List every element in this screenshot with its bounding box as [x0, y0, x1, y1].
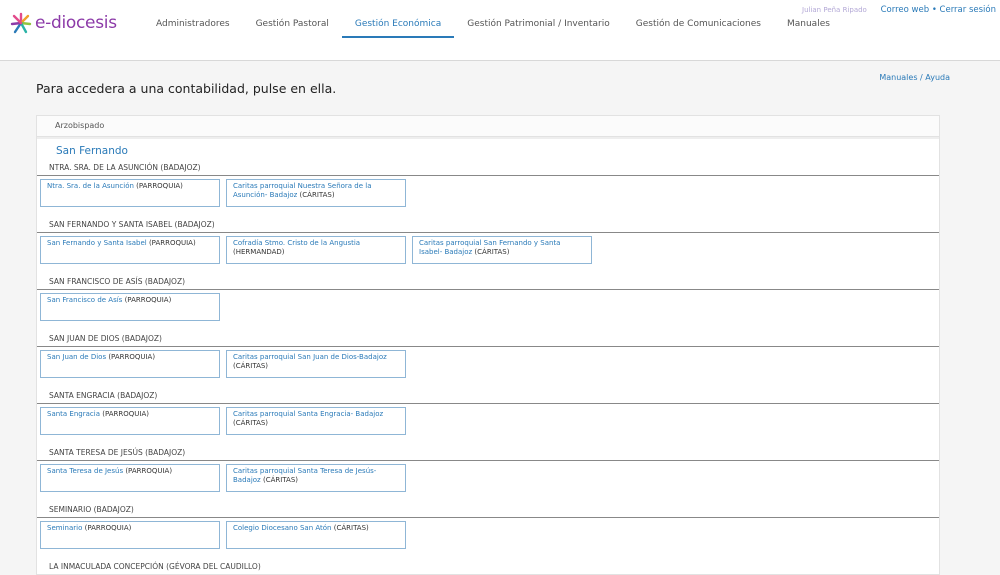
entity-cards: Seminario (PARROQUIA) Colegio Diocesano S…	[40, 521, 412, 549]
entity-row: Seminario (PARROQUIA) Colegio Diocesano S…	[37, 517, 939, 559]
accounting-card[interactable]: Caritas parroquial Nuestra Señora de la …	[226, 179, 406, 207]
accounting-card[interactable]: Caritas parroquial San Juan de Dios-Bada…	[226, 350, 406, 378]
entity-type: (PARROQUIA)	[148, 239, 196, 247]
logout-link[interactable]: Cerrar sesión	[940, 5, 996, 15]
entity-type: (CÁRITAS)	[333, 524, 369, 532]
accounting-card[interactable]: Cofradía Stmo. Cristo de la Angustia (HE…	[226, 236, 406, 264]
archpriesthood-title: San Fernando	[56, 145, 128, 157]
accounting-card[interactable]: Colegio Diocesano San Atón (CÁRITAS)	[226, 521, 406, 549]
accounting-card[interactable]: Santa Engracia (PARROQUIA)	[40, 407, 220, 435]
parish-sections: NTRA. SRA. DE LA ASUNCIÓN (BADAJOZ) Ntra.…	[37, 161, 939, 574]
parish-title: SANTA ENGRACIA (BADAJOZ)	[49, 391, 158, 400]
entity-type: (CÁRITAS)	[299, 191, 335, 199]
entity-type: (PARROQUIA)	[108, 353, 156, 361]
webmail-link[interactable]: Correo web	[881, 5, 930, 15]
entity-name: San Juan de Dios	[47, 353, 107, 361]
accounting-card[interactable]: Santa Teresa de Jesús (PARROQUIA)	[40, 464, 220, 492]
parish-title: NTRA. SRA. DE LA ASUNCIÓN (BADAJOZ)	[49, 163, 201, 172]
entity-type: (HERMANDAD)	[233, 248, 285, 256]
entity-name: Ntra. Sra. de la Asunción	[47, 182, 134, 190]
entity-type: (PARROQUIA)	[125, 467, 173, 475]
entity-name: Seminario	[47, 524, 83, 532]
nav-item[interactable]: Gestión de Comunicaciones	[623, 0, 774, 38]
nav-item[interactable]: Gestión Patrimonial / Inventario	[454, 0, 623, 38]
entity-row: Santa Teresa de Jesús (PARROQUIA) Caritas…	[37, 460, 939, 502]
accounting-card[interactable]: Seminario (PARROQUIA)	[40, 521, 220, 549]
manuals-link[interactable]: Manuales	[879, 73, 917, 82]
parish-title: SAN FRANCISCO DE ASÍS (BADAJOZ)	[49, 277, 186, 286]
top-bar: e-diocesis Administradores Gestión Pastor…	[0, 0, 1000, 61]
entity-type: (CÁRITAS)	[233, 362, 269, 370]
accounting-card[interactable]: San Juan de Dios (PARROQUIA)	[40, 350, 220, 378]
logo-text: e-diocesis	[35, 13, 117, 33]
parish-title: SEMINARIO (BADAJOZ)	[49, 505, 134, 514]
entity-row: San Francisco de Asís (PARROQUIA)	[37, 289, 939, 331]
entity-cards: San Francisco de Asís (PARROQUIA)	[40, 293, 226, 321]
entity-name: San Fernando y Santa Isabel	[47, 239, 147, 247]
parish-title: SAN FERNANDO Y SANTA ISABEL (BADAJOZ)	[49, 220, 215, 229]
entity-name: Caritas parroquial Santa Teresa de Jesús…	[233, 467, 377, 484]
entity-type: (CÁRITAS)	[233, 419, 269, 427]
entity-name: San Francisco de Asís	[47, 296, 123, 304]
entity-type: (CÁRITAS)	[262, 476, 298, 484]
entity-type: (PARROQUIA)	[102, 410, 149, 418]
help-links: Manuales / Ayuda	[879, 73, 950, 82]
entity-type: (CÁRITAS)	[474, 248, 510, 256]
accounting-card[interactable]: San Francisco de Asís (PARROQUIA)	[40, 293, 220, 321]
entity-name: Santa Teresa de Jesús	[47, 467, 124, 475]
entity-cards: San Juan de Dios (PARROQUIA) Caritas parr…	[40, 350, 412, 378]
nav-item[interactable]: Gestión Económica	[341, 0, 455, 38]
entity-cards: Santa Engracia (PARROQUIA) Caritas parroq…	[40, 407, 412, 435]
accounting-card[interactable]: Caritas parroquial Santa Teresa de Jesús…	[226, 464, 406, 492]
user-name: Julian Peña Ripado	[802, 6, 867, 14]
entity-name: Cofradía Stmo. Cristo de la Angustia	[233, 239, 361, 247]
main-nav: Administradores Gestión Pastoral Gestión E…	[143, 0, 843, 61]
entity-type: (PARROQUIA)	[84, 524, 132, 532]
accounting-card[interactable]: Caritas parroquial Santa Engracia- Badaj…	[226, 407, 406, 435]
logo[interactable]: e-diocesis	[10, 10, 117, 36]
entity-row: San Fernando y Santa Isabel (PARROQUIA) C…	[37, 232, 939, 274]
logo-icon	[10, 12, 32, 34]
entity-type: (PARROQUIA)	[136, 182, 183, 190]
entity-cards: San Fernando y Santa Isabel (PARROQUIA) C…	[40, 236, 598, 264]
panel-header: Arzobispado	[37, 116, 939, 137]
accounting-card[interactable]: Caritas parroquial San Fernando y Santa …	[412, 236, 592, 264]
entity-row: Santa Engracia (PARROQUIA) Caritas parroq…	[37, 403, 939, 445]
entity-row: San Juan de Dios (PARROQUIA) Caritas parr…	[37, 346, 939, 388]
top-links: Correo web • Cerrar sesión	[881, 5, 996, 15]
accounting-card[interactable]: Ntra. Sra. de la Asunción (PARROQUIA)	[40, 179, 220, 207]
entity-cards: Santa Teresa de Jesús (PARROQUIA) Caritas…	[40, 464, 412, 492]
entity-name: Colegio Diocesano San Atón	[233, 524, 332, 532]
entity-type: (PARROQUIA)	[124, 296, 172, 304]
accounts-panel: Arzobispado San Fernando NTRA. SRA. DE L…	[36, 115, 940, 575]
panel-divider	[37, 137, 939, 139]
parish-title: SANTA TERESA DE JESÚS (BADAJOZ)	[49, 448, 186, 457]
entity-cards: Ntra. Sra. de la Asunción (PARROQUIA) Car…	[40, 179, 412, 207]
entity-row: Ntra. Sra. de la Asunción (PARROQUIA) Car…	[37, 175, 939, 217]
nav-item[interactable]: Gestión Pastoral	[243, 0, 342, 38]
entity-name: Caritas parroquial Santa Engracia- Badaj…	[233, 410, 384, 418]
parish-title: LA INMACULADA CONCEPCIÓN (GÉVORA DEL CAU…	[49, 562, 261, 571]
page-title: Para accedera a una contabilidad, pulse …	[36, 81, 337, 96]
nav-item[interactable]: Administradores	[143, 0, 243, 38]
help-link[interactable]: Ayuda	[925, 73, 950, 82]
entity-name: Caritas parroquial San Juan de Dios-Bada…	[233, 353, 387, 361]
top-links-separator: •	[929, 5, 940, 15]
entity-name: Santa Engracia	[47, 410, 100, 418]
parish-title: SAN JUAN DE DIOS (BADAJOZ)	[49, 334, 162, 343]
accounting-card[interactable]: San Fernando y Santa Isabel (PARROQUIA)	[40, 236, 220, 264]
